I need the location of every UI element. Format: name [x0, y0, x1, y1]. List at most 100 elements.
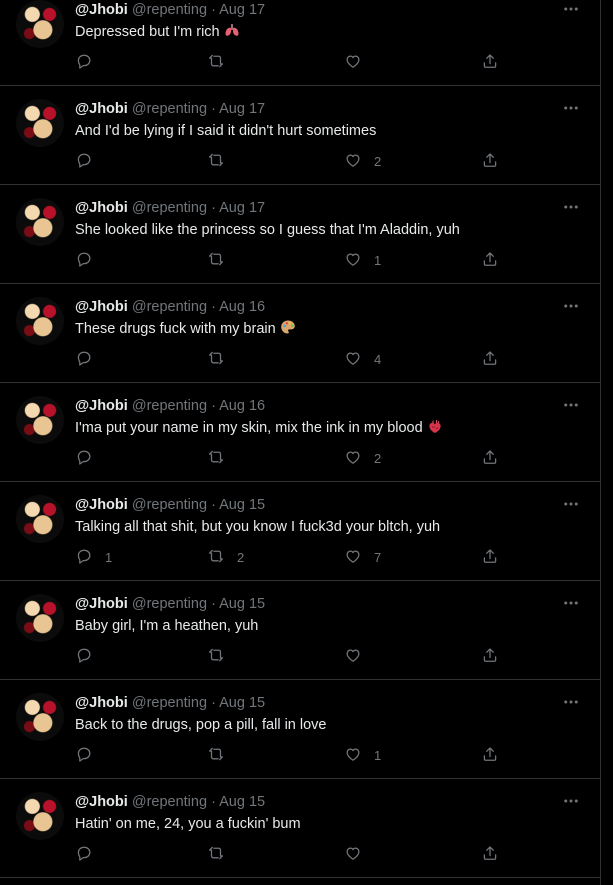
tweet[interactable]: @Jhobi @repenting · Aug 15 Hatin' on me,… — [0, 780, 600, 878]
user-handle[interactable]: @repenting — [132, 200, 207, 216]
like-button[interactable]: 7 — [344, 547, 381, 567]
share-button[interactable] — [481, 844, 499, 864]
share-button[interactable] — [481, 250, 499, 270]
tweet-date[interactable]: Aug 15 — [219, 497, 265, 513]
retweet-button[interactable] — [207, 151, 237, 171]
display-name[interactable]: @Jhobi — [75, 299, 128, 315]
retweet-button[interactable] — [207, 349, 237, 369]
heart-icon — [344, 646, 362, 667]
more-options-icon[interactable] — [562, 297, 580, 315]
separator-dot: · — [211, 596, 216, 612]
share-button[interactable] — [481, 151, 499, 171]
reply-button[interactable] — [75, 250, 105, 270]
reply-button[interactable] — [75, 745, 105, 765]
user-handle[interactable]: @repenting — [132, 101, 207, 117]
more-options-icon[interactable] — [562, 792, 580, 810]
user-handle[interactable]: @repenting — [132, 398, 207, 414]
share-button[interactable] — [481, 745, 499, 765]
like-button[interactable] — [344, 52, 374, 72]
tweet[interactable]: @Jhobi @repenting · Aug 17 She looked li… — [0, 186, 600, 284]
display-name[interactable]: @Jhobi — [75, 101, 128, 117]
tweet[interactable]: @Jhobi @repenting · Aug 15 Back to the d… — [0, 681, 600, 779]
reply-button[interactable] — [75, 646, 105, 666]
avatar[interactable] — [16, 297, 64, 345]
display-name[interactable]: @Jhobi — [75, 695, 128, 711]
display-name[interactable]: @Jhobi — [75, 794, 128, 810]
avatar[interactable] — [16, 495, 64, 543]
user-handle[interactable]: @repenting — [132, 299, 207, 315]
tweet-date[interactable]: Aug 17 — [219, 101, 265, 117]
avatar[interactable] — [16, 792, 64, 840]
separator-dot: · — [211, 2, 216, 18]
reply-button[interactable] — [75, 349, 105, 369]
tweet-date[interactable]: Aug 17 — [219, 2, 265, 18]
user-handle[interactable]: @repenting — [132, 596, 207, 612]
avatar[interactable] — [16, 99, 64, 147]
tweet-date[interactable]: Aug 15 — [219, 695, 265, 711]
like-button[interactable] — [344, 844, 374, 864]
avatar[interactable] — [16, 693, 64, 741]
tweet[interactable]: @Jhobi @repenting · Aug 16 I'ma put your… — [0, 384, 600, 482]
reply-button[interactable]: 1 — [75, 547, 112, 567]
share-button[interactable] — [481, 646, 499, 666]
like-button[interactable]: 4 — [344, 349, 381, 369]
retweet-button[interactable] — [207, 250, 237, 270]
user-handle[interactable]: @repenting — [132, 497, 207, 513]
avatar[interactable] — [16, 594, 64, 642]
heart-icon — [344, 448, 362, 469]
more-options-icon[interactable] — [562, 396, 580, 414]
like-button[interactable]: 1 — [344, 250, 381, 270]
tweet[interactable]: @Jhobi @repenting · Aug 17 And I'd be ly… — [0, 87, 600, 185]
like-button[interactable]: 2 — [344, 151, 381, 171]
share-icon — [481, 844, 499, 865]
retweet-button[interactable] — [207, 745, 237, 765]
avatar[interactable] — [16, 396, 64, 444]
tweet-date[interactable]: Aug 15 — [219, 596, 265, 612]
avatar[interactable] — [16, 198, 64, 246]
more-options-icon[interactable] — [562, 495, 580, 513]
like-button[interactable]: 1 — [344, 745, 381, 765]
tweet-date[interactable]: Aug 17 — [219, 200, 265, 216]
tweet-text: I'ma put your name in my skin, mix the i… — [75, 418, 443, 438]
retweet-button[interactable]: 2 — [207, 547, 244, 567]
display-name[interactable]: @Jhobi — [75, 596, 128, 612]
retweet-button[interactable] — [207, 52, 237, 72]
more-options-icon[interactable] — [562, 198, 580, 216]
like-button[interactable]: 2 — [344, 448, 381, 468]
share-button[interactable] — [481, 349, 499, 369]
share-button[interactable] — [481, 547, 499, 567]
tweet-body: Baby girl, I'm a heathen, yuh — [75, 618, 259, 634]
retweet-button[interactable] — [207, 448, 237, 468]
retweet-button[interactable] — [207, 646, 237, 666]
display-name[interactable]: @Jhobi — [75, 497, 128, 513]
tweet[interactable]: @Jhobi @repenting · Aug 16 These drugs f… — [0, 285, 600, 383]
display-name[interactable]: @Jhobi — [75, 2, 128, 18]
display-name[interactable]: @Jhobi — [75, 200, 128, 216]
user-handle[interactable]: @repenting — [132, 794, 207, 810]
more-options-icon[interactable] — [562, 0, 580, 18]
more-options-icon[interactable] — [562, 693, 580, 711]
more-options-icon[interactable] — [562, 99, 580, 117]
user-handle[interactable]: @repenting — [132, 2, 207, 18]
share-button[interactable] — [481, 448, 499, 468]
tweet[interactable]: @Jhobi @repenting · Aug 15 Talking all t… — [0, 483, 600, 581]
tweet[interactable]: @Jhobi @repenting · Aug 15 Baby girl, I'… — [0, 582, 600, 680]
share-icon — [481, 52, 499, 73]
share-button[interactable] — [481, 52, 499, 72]
display-name[interactable]: @Jhobi — [75, 398, 128, 414]
retweet-button[interactable] — [207, 844, 237, 864]
share-icon — [481, 547, 499, 568]
reply-button[interactable] — [75, 52, 105, 72]
like-count: 2 — [374, 450, 382, 466]
like-button[interactable] — [344, 646, 374, 666]
reply-button[interactable] — [75, 448, 105, 468]
reply-button[interactable] — [75, 151, 105, 171]
tweet-date[interactable]: Aug 16 — [219, 398, 265, 414]
more-options-icon[interactable] — [562, 594, 580, 612]
tweet-date[interactable]: Aug 16 — [219, 299, 265, 315]
avatar[interactable] — [16, 0, 64, 48]
tweet-date[interactable]: Aug 15 — [219, 794, 265, 810]
user-handle[interactable]: @repenting — [132, 695, 207, 711]
reply-button[interactable] — [75, 844, 105, 864]
tweet[interactable]: @Jhobi @repenting · Aug 17 Depressed but… — [0, 0, 600, 86]
